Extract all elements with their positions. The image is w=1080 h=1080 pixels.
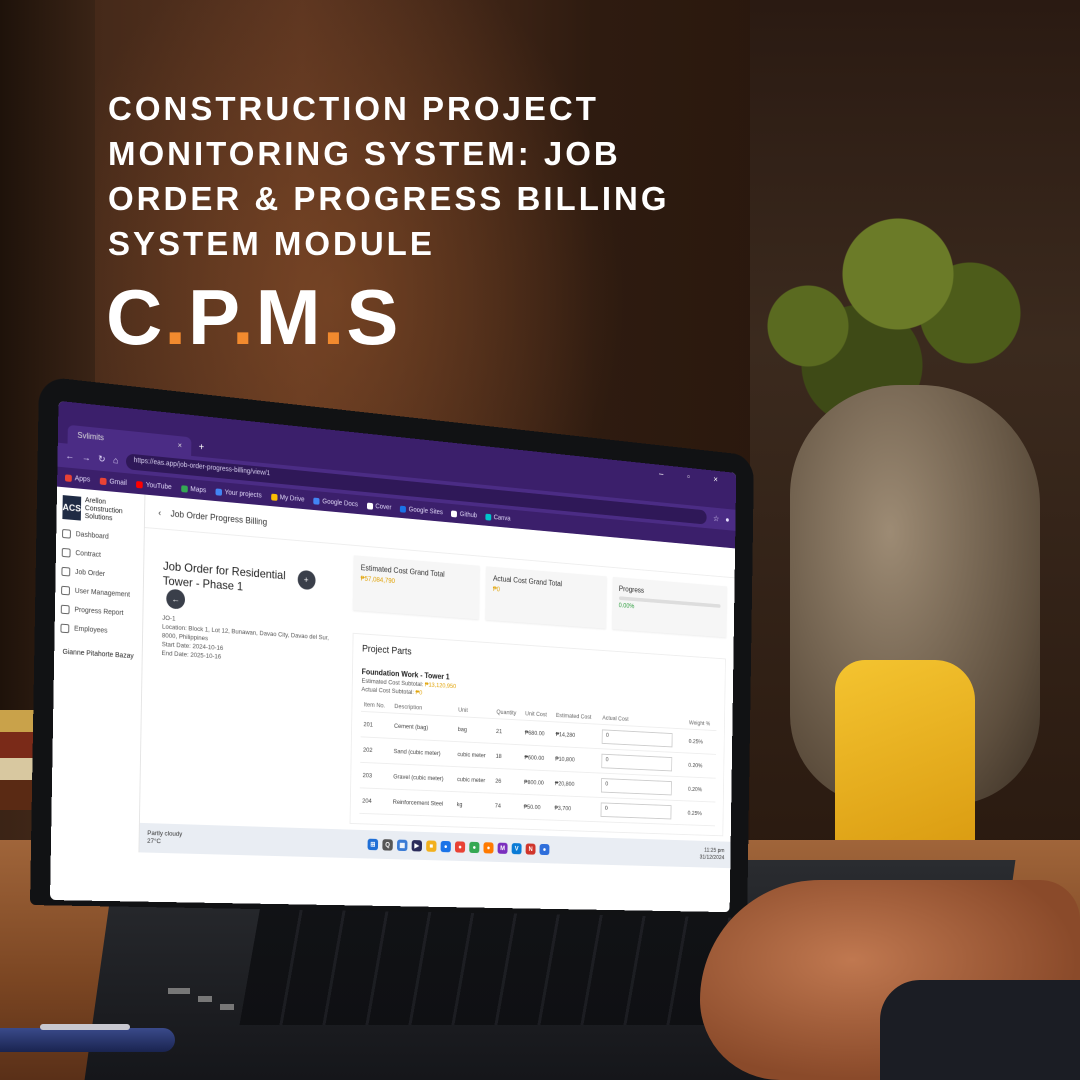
job-order-meta: JO-1 Location: Block 1, Lot 12, Bunawan,… (162, 614, 336, 669)
yellow-chair (835, 660, 975, 860)
pen (0, 1028, 175, 1052)
estimated-cost-card: Estimated Cost Grand Total ₱57,084,790 (353, 555, 480, 620)
chart-icon (60, 604, 70, 615)
back-chevron-icon[interactable]: ‹ (158, 507, 161, 517)
users-icon (61, 585, 70, 596)
logged-in-user: Gianne Pitahorte Bazay (62, 648, 134, 661)
bookmark-item[interactable]: YouTube (136, 480, 172, 491)
bookmark-item[interactable]: Apps (64, 473, 90, 483)
logo-letter: C (106, 273, 165, 361)
laptop-ports (168, 988, 238, 1028)
job-order-icon (61, 566, 71, 577)
actual-cost-card: Actual Cost Grand Total ₱0 (485, 566, 607, 629)
headline-line: System Module (108, 225, 435, 262)
contract-icon (61, 547, 71, 558)
app-icon-2[interactable]: ● (539, 843, 550, 856)
actual-cost-input[interactable]: 0 (601, 729, 673, 748)
mail-icon[interactable]: M (497, 842, 508, 854)
app-icon[interactable]: N (525, 843, 536, 855)
edge-icon[interactable]: ● (440, 840, 451, 853)
sidebar: ACS Arellon Construction Solutions Dashb… (50, 486, 146, 853)
company-brand[interactable]: ACS Arellon Construction Solutions (62, 495, 138, 525)
suit-sleeve (880, 980, 1080, 1080)
windows-start-icon[interactable]: ⊞ (367, 838, 379, 851)
window-controls[interactable]: – ▫ × (659, 469, 729, 486)
bookmark-item[interactable]: Cover (366, 502, 392, 511)
bookmark-item[interactable]: Maps (180, 484, 206, 494)
content: Job Order for Residential Tower - Phase … (140, 528, 735, 845)
cpms-logo: C.P.M.S (106, 272, 400, 363)
logo-dot: . (232, 273, 256, 361)
profile-icon[interactable]: ● (725, 515, 729, 524)
bookmark-item[interactable]: Canva (485, 513, 511, 522)
back-button[interactable]: ← (166, 588, 186, 610)
dashboard-icon (62, 528, 71, 539)
bookmark-item[interactable]: Your projects (215, 487, 262, 499)
billing-summary: Estimated Cost Grand Total ₱57,084,790 A… (349, 555, 727, 837)
back-icon[interactable]: ← (65, 450, 74, 461)
sidebar-item-progress-report[interactable]: Progress Report (60, 604, 137, 619)
terminal-icon[interactable]: ▶ (411, 839, 423, 852)
sidebar-item-user-management[interactable]: User Management (61, 585, 137, 600)
main-content: ‹ Job Order Progress Billing Job Order f… (139, 494, 736, 869)
materials-table: Item No. Description Unit Quantity Unit … (359, 698, 717, 827)
tab-close-icon[interactable]: × (178, 441, 183, 450)
bookmark-item[interactable]: My Drive (270, 493, 305, 503)
logo-letter: M (255, 273, 323, 361)
actual-cost-input[interactable]: 0 (601, 778, 673, 796)
home-icon[interactable]: ⌂ (113, 455, 118, 465)
laptop-screen: Svlimits × + – ▫ × ← → ↻ ⌂ https://eas.a… (50, 400, 737, 913)
star-icon[interactable]: ☆ (713, 513, 719, 523)
page-title: Job Order Progress Billing (170, 508, 268, 527)
search-icon[interactable]: Q (382, 839, 393, 851)
file-explorer-icon[interactable]: ■ (426, 840, 437, 852)
pen-clip (40, 1024, 130, 1030)
logo-dot: . (322, 273, 347, 361)
vscode-icon[interactable]: V (511, 843, 522, 855)
bookmark-item[interactable]: Google Docs (313, 497, 358, 508)
forward-icon[interactable]: → (82, 452, 91, 463)
headline: Construction Project Monitoring System: … (108, 86, 708, 266)
system-tray-clock[interactable]: 11:25 pm 31/12/2024 (639, 845, 725, 862)
weather-widget[interactable]: Partly cloudy 27°C (147, 830, 267, 849)
company-name: Arellon Construction Solutions (84, 497, 123, 523)
reload-icon[interactable]: ↻ (98, 453, 105, 465)
sidebar-item-job-order[interactable]: Job Order (61, 566, 137, 582)
actual-cost-input[interactable]: 0 (601, 753, 673, 772)
project-parts: Project Parts Foundation Work - Tower 1 … (349, 632, 726, 837)
sidebar-item-dashboard[interactable]: Dashboard (62, 528, 138, 544)
progress-card: Progress 0.00% (611, 576, 727, 638)
headline-line: Construction Project (108, 90, 599, 127)
headline-line: Order & Progress Billing (108, 180, 670, 217)
job-order-details: Job Order for Residential Tower - Phase … (149, 539, 345, 824)
logo-dot: . (164, 273, 189, 361)
sidebar-item-contract[interactable]: Contract (61, 547, 138, 563)
employees-icon (60, 623, 70, 634)
taskbar-apps: ⊞ Q ▦ ▶ ■ ● ● ● ● M V N ● (267, 836, 639, 858)
logo-letter: P (188, 273, 232, 361)
add-button[interactable]: + (297, 569, 316, 591)
logo-letter: S (346, 273, 401, 361)
sidebar-item-employees[interactable]: Employees (60, 623, 136, 638)
chrome-profile-icon[interactable]: ● (469, 841, 480, 854)
app-body: ACS Arellon Construction Solutions Dashb… (50, 486, 736, 869)
bookmark-item[interactable]: Google Sites (400, 505, 443, 516)
task-view-icon[interactable]: ▦ (396, 839, 408, 852)
bookmark-item[interactable]: Gmail (99, 477, 127, 487)
chrome-icon[interactable]: ● (454, 841, 466, 853)
new-tab-icon[interactable]: + (199, 442, 205, 453)
headline-line: Monitoring System: Job (108, 135, 621, 172)
actual-cost-input[interactable]: 0 (600, 802, 672, 820)
company-logo: ACS (62, 495, 82, 521)
firefox-icon[interactable]: ● (483, 842, 494, 854)
bookmark-item[interactable]: Github (451, 509, 477, 519)
tab-title: Svlimits (77, 430, 105, 443)
